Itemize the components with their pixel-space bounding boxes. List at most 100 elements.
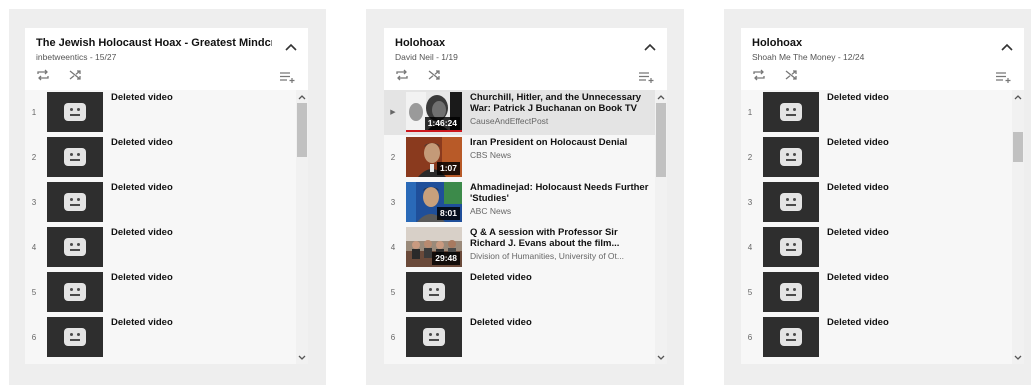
- video-title[interactable]: Iran President on Holocaust Denial: [470, 137, 653, 148]
- deleted-video-icon: [423, 328, 445, 346]
- chevron-up-icon[interactable]: [643, 40, 657, 54]
- playlist-subtitle[interactable]: Shoah Me The Money - 12/24: [752, 52, 1014, 62]
- video-thumbnail[interactable]: [763, 92, 819, 132]
- scroll-down-icon[interactable]: [1012, 352, 1024, 362]
- video-title[interactable]: Deleted video: [827, 182, 1010, 193]
- channel-name[interactable]: CBS News: [470, 150, 653, 160]
- item-index: 5: [390, 288, 396, 297]
- video-title[interactable]: Deleted video: [111, 92, 294, 103]
- video-thumbnail[interactable]: [47, 317, 103, 357]
- channel-name[interactable]: CauseAndEffectPost: [470, 116, 653, 126]
- video-thumbnail[interactable]: [763, 227, 819, 267]
- scroll-up-icon[interactable]: [1012, 92, 1024, 102]
- video-title[interactable]: Deleted video: [111, 272, 294, 283]
- video-thumbnail[interactable]: [763, 272, 819, 312]
- item-index: 2: [31, 153, 37, 162]
- video-thumbnail[interactable]: [763, 317, 819, 357]
- playlist-header: The Jewish Holocaust Hoax - Greatest Min…: [25, 28, 308, 90]
- video-thumbnail[interactable]: [763, 137, 819, 177]
- scrollbar-thumb[interactable]: [656, 103, 666, 177]
- add-to-queue-icon[interactable]: [279, 70, 297, 83]
- video-title[interactable]: Ahmadinejad: Holocaust Needs Further 'St…: [470, 182, 653, 204]
- scrollbar-thumb[interactable]: [1013, 132, 1023, 162]
- video-thumbnail[interactable]: [763, 182, 819, 222]
- video-title[interactable]: Deleted video: [111, 227, 294, 238]
- add-to-queue-icon[interactable]: [638, 70, 656, 83]
- scrollbar[interactable]: [1012, 90, 1024, 364]
- video-title[interactable]: Deleted video: [470, 317, 653, 328]
- channel-name[interactable]: Division of Humanities, University of Ot…: [470, 251, 653, 261]
- add-to-queue-icon[interactable]: [995, 70, 1013, 83]
- video-title[interactable]: Deleted video: [470, 272, 653, 283]
- video-thumbnail[interactable]: [47, 182, 103, 222]
- list-item[interactable]: 2 Deleted video: [741, 135, 1024, 180]
- list-item[interactable]: 1 Deleted video: [741, 90, 1024, 135]
- video-thumbnail[interactable]: [47, 227, 103, 267]
- video-thumbnail[interactable]: 1:07: [406, 137, 462, 177]
- list-item[interactable]: 6 Deleted video: [384, 315, 667, 360]
- video-title[interactable]: Deleted video: [111, 182, 294, 193]
- loop-icon[interactable]: [750, 67, 768, 83]
- chevron-up-icon[interactable]: [1000, 40, 1014, 54]
- deleted-video-icon: [423, 283, 445, 301]
- playlist-subtitle[interactable]: inbetweentics - 15/27: [36, 52, 298, 62]
- list-item[interactable]: 5 Deleted video: [384, 270, 667, 315]
- video-thumbnail[interactable]: [47, 92, 103, 132]
- list-item[interactable]: 3 Deleted video: [25, 180, 308, 225]
- video-title[interactable]: Churchill, Hitler, and the Unnecessary W…: [470, 92, 653, 114]
- shuffle-icon[interactable]: [425, 67, 443, 83]
- scroll-up-icon[interactable]: [296, 92, 308, 102]
- list-item[interactable]: 2 1:07 Iran President on Holocaust Denia…: [384, 135, 667, 180]
- loop-icon[interactable]: [393, 67, 411, 83]
- video-thumbnail[interactable]: [406, 272, 462, 312]
- scrollbar[interactable]: [296, 90, 308, 364]
- video-title[interactable]: Deleted video: [111, 317, 294, 328]
- shuffle-icon[interactable]: [782, 67, 800, 83]
- channel-name[interactable]: ABC News: [470, 206, 653, 216]
- playlist-items: ▶ 1:46:24 Churchill, Hitler, and the Unn…: [384, 90, 667, 364]
- video-title[interactable]: Deleted video: [827, 317, 1010, 328]
- scrollbar-thumb[interactable]: [297, 103, 307, 157]
- list-item[interactable]: 3 8:01 Ahmadinejad: Holocaust Needs Furt…: [384, 180, 667, 225]
- video-title[interactable]: Deleted video: [827, 272, 1010, 283]
- list-item[interactable]: 6 Deleted video: [741, 315, 1024, 360]
- playlist-title[interactable]: The Jewish Holocaust Hoax - Greatest Min…: [36, 37, 272, 50]
- list-item[interactable]: 4 29:48 Q & A session with Professor Sir…: [384, 225, 667, 270]
- playlist-title[interactable]: Holohoax: [395, 37, 631, 50]
- video-duration: 1:07: [436, 162, 460, 175]
- chevron-up-icon[interactable]: [284, 40, 298, 54]
- list-item[interactable]: 6 Deleted video: [25, 315, 308, 360]
- item-index: 5: [31, 288, 37, 297]
- list-item[interactable]: 5 Deleted video: [25, 270, 308, 315]
- item-index: 3: [390, 198, 396, 207]
- list-item[interactable]: 5 Deleted video: [741, 270, 1024, 315]
- video-title[interactable]: Deleted video: [827, 137, 1010, 148]
- video-title[interactable]: Q & A session with Professor Sir Richard…: [470, 227, 653, 249]
- list-item-now-playing[interactable]: ▶ 1:46:24 Churchill, Hitler, and the Unn…: [384, 90, 667, 135]
- list-item[interactable]: 2 Deleted video: [25, 135, 308, 180]
- item-index: 6: [747, 333, 753, 342]
- scroll-down-icon[interactable]: [655, 352, 667, 362]
- deleted-video-icon: [780, 103, 802, 121]
- loop-icon[interactable]: [34, 67, 52, 83]
- video-thumbnail[interactable]: 8:01: [406, 182, 462, 222]
- video-thumbnail[interactable]: [47, 137, 103, 177]
- list-item[interactable]: 3 Deleted video: [741, 180, 1024, 225]
- scrollbar[interactable]: [655, 90, 667, 364]
- playlist-title[interactable]: Holohoax: [752, 37, 988, 50]
- list-item[interactable]: 4 Deleted video: [25, 225, 308, 270]
- video-thumbnail[interactable]: [47, 272, 103, 312]
- video-thumbnail[interactable]: [406, 317, 462, 357]
- list-item[interactable]: 1 Deleted video: [25, 90, 308, 135]
- item-index: 5: [747, 288, 753, 297]
- playlist-subtitle[interactable]: David Neil - 1/19: [395, 52, 657, 62]
- shuffle-icon[interactable]: [66, 67, 84, 83]
- scroll-down-icon[interactable]: [296, 352, 308, 362]
- video-thumbnail[interactable]: 1:46:24: [406, 92, 462, 132]
- scroll-up-icon[interactable]: [655, 92, 667, 102]
- video-thumbnail[interactable]: 29:48: [406, 227, 462, 267]
- list-item[interactable]: 4 Deleted video: [741, 225, 1024, 270]
- video-title[interactable]: Deleted video: [111, 137, 294, 148]
- video-title[interactable]: Deleted video: [827, 92, 1010, 103]
- video-title[interactable]: Deleted video: [827, 227, 1010, 238]
